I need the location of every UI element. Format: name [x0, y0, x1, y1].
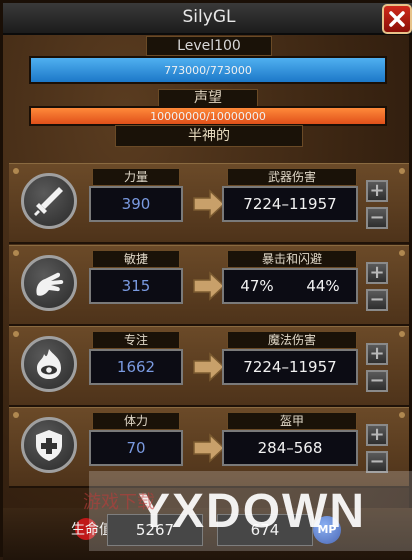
arrow-right-icon: [193, 352, 226, 382]
stat-row-focus: 专注 1662 魔法伤害 7224–11957 + −: [9, 326, 409, 407]
arrow-right-icon: [193, 271, 226, 301]
reputation-bar: 10000000/10000000: [29, 106, 387, 126]
stat-label: 专注: [92, 331, 180, 349]
increase-button[interactable]: +: [366, 180, 388, 202]
decrease-button[interactable]: −: [366, 451, 388, 473]
close-icon: [389, 11, 405, 27]
stat-icon-slot: [21, 417, 77, 473]
shield-cross-icon: [36, 430, 62, 461]
result-value: 47% 44%: [222, 268, 358, 304]
eye-flame-icon: [37, 349, 61, 379]
crit-rate: 47%: [240, 277, 274, 295]
watermark-red-text: 游戏下载: [83, 492, 155, 513]
arrow-right-icon: [193, 433, 226, 463]
stat-label: 敏捷: [92, 250, 180, 268]
stat-row-agility: 敏捷 315 暴击和闪避 47% 44% + −: [9, 245, 409, 326]
hp-bar: 773000/773000: [29, 56, 387, 84]
dodge-rate: 44%: [306, 277, 340, 295]
result-value: 7224–11957: [222, 349, 358, 385]
decrease-button[interactable]: −: [366, 289, 388, 311]
decrease-button[interactable]: −: [366, 207, 388, 229]
rank-title: 半神的: [115, 125, 303, 147]
increase-button[interactable]: +: [366, 343, 388, 365]
increase-button[interactable]: +: [366, 424, 388, 446]
stat-value: 390: [89, 186, 183, 222]
stat-label: 力量: [92, 168, 180, 186]
result-label: 魔法伤害: [227, 331, 357, 349]
hp-text: 773000/773000: [164, 63, 252, 77]
arrow-right-icon: [193, 189, 226, 219]
stat-label: 体力: [92, 412, 180, 430]
decrease-button[interactable]: −: [366, 370, 388, 392]
window-title: SilyGL: [182, 7, 236, 27]
stat-value: 315: [89, 268, 183, 304]
increase-button[interactable]: +: [366, 262, 388, 284]
level-label: Level100: [146, 36, 272, 56]
result-label: 暴击和闪避: [227, 250, 357, 268]
result-value: 7224–11957: [222, 186, 358, 222]
stat-value: 70: [89, 430, 183, 466]
stat-icon-slot: [21, 173, 77, 229]
title-bar: SilyGL: [3, 3, 412, 35]
result-label: 盔甲: [227, 412, 357, 430]
character-window: SilyGL Level100 773000/773000 声望 1000000…: [0, 0, 412, 560]
stat-value: 1662: [89, 349, 183, 385]
sword-icon: [34, 187, 63, 216]
stat-icon-slot: [21, 255, 77, 311]
stat-row-strength: 力量 390 武器伤害 7224–11957 + −: [9, 163, 409, 244]
result-value: 284–568: [222, 430, 358, 466]
hand-icon: [36, 272, 64, 296]
close-button[interactable]: [382, 4, 412, 34]
reputation-text: 10000000/10000000: [150, 109, 266, 123]
stat-icon-slot: [21, 336, 77, 392]
result-label: 武器伤害: [227, 168, 357, 186]
